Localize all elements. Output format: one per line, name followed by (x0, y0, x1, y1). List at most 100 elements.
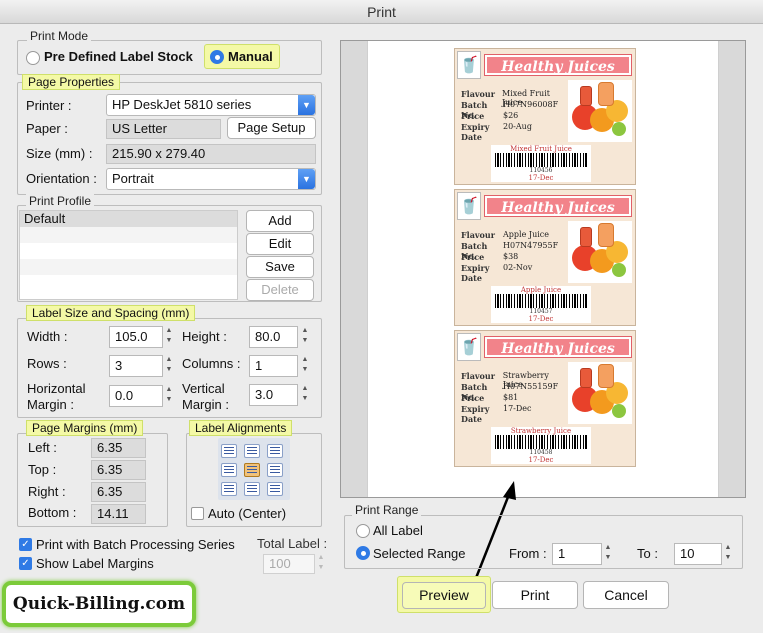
predefined-radio[interactable] (26, 51, 40, 65)
profile-list[interactable]: Default (19, 210, 238, 300)
flavour-value: Apple Juice (503, 230, 549, 239)
rows-label: Rows : (27, 356, 67, 371)
delete-profile-button[interactable]: Delete (246, 279, 314, 301)
cancel-button[interactable]: Cancel (583, 581, 669, 609)
all-label-text[interactable]: All Label (373, 523, 423, 538)
selected-range-radio[interactable] (356, 546, 370, 560)
margin-top-field: 6.35 (91, 460, 146, 480)
barcode-name: Apple Juice (520, 286, 562, 294)
rows-stepper[interactable]: ▲ ▼ (164, 355, 174, 377)
page-setup-button[interactable]: Page Setup (227, 117, 316, 139)
profile-list-item[interactable]: Default (20, 211, 237, 227)
barcode-number: 110456 (529, 167, 553, 174)
from-stepper[interactable]: ▲ ▼ (603, 543, 613, 565)
vmargin-label-line1: Vertical (182, 381, 225, 396)
label-title: Healthy Juices (484, 336, 632, 358)
align-bottom-left-button[interactable] (221, 482, 237, 496)
size-label: Size (mm) : (26, 146, 93, 161)
flavour-value: Strawberry Juice (502, 371, 549, 389)
chevron-down-icon: ▼ (298, 95, 315, 115)
show-margins-checkbox[interactable]: ✓ (19, 557, 32, 570)
from-label: From : (509, 546, 547, 561)
batch-value: H07N47955F (503, 241, 559, 250)
batch-value: H07N55159F (503, 382, 559, 391)
barcode-date: 17-Dec (528, 174, 554, 182)
label-title: Healthy Juices (484, 195, 632, 217)
label-size-legend: Label Size and Spacing (mm) (26, 305, 196, 321)
align-middle-left-button[interactable] (221, 463, 237, 477)
barcode-number: 110458 (529, 449, 553, 456)
printer-select[interactable]: HP DeskJet 5810 series ▼ (106, 94, 316, 116)
orientation-value: Portrait (112, 171, 154, 186)
print-button[interactable]: Print (492, 581, 578, 609)
align-top-right-button[interactable] (267, 444, 283, 458)
show-margins-label[interactable]: Show Label Margins (36, 556, 154, 571)
columns-label: Columns : (182, 356, 241, 371)
align-bottom-right-button[interactable] (267, 482, 283, 496)
fruit-image (568, 80, 632, 142)
vmargin-stepper[interactable]: ▲ ▼ (300, 384, 310, 406)
auto-center-checkbox[interactable] (191, 507, 204, 520)
batch-processing-label[interactable]: Print with Batch Processing Series (36, 537, 235, 552)
manual-radio[interactable] (210, 50, 224, 64)
save-profile-button[interactable]: Save (246, 256, 314, 278)
align-bottom-center-button[interactable] (244, 482, 260, 496)
fruit-image (568, 221, 632, 283)
to-input[interactable]: 10 (674, 543, 722, 565)
total-label-input: 100 (263, 554, 315, 574)
columns-input[interactable]: 1 (249, 355, 298, 377)
barcode-name: Strawberry Juice (510, 427, 572, 435)
window-titlebar: Print (0, 0, 763, 24)
expiry-value: 20-Aug (503, 122, 532, 131)
window-title: Print (367, 4, 396, 20)
width-input[interactable]: 105.0 (109, 326, 163, 348)
preview-label-card: 🥤 Healthy Juices Flavour Mixed Fruit Juice B… (454, 48, 636, 185)
margin-left-field: 6.35 (91, 438, 146, 458)
from-input[interactable]: 1 (552, 543, 602, 565)
align-top-left-button[interactable] (221, 444, 237, 458)
align-middle-right-button[interactable] (267, 463, 283, 477)
all-label-radio[interactable] (356, 524, 370, 538)
hmargin-input[interactable]: 0.0 (109, 385, 163, 407)
batch-key: Batch No. (461, 241, 488, 261)
price-value: $81 (503, 393, 519, 402)
barcode-number: 110457 (529, 308, 553, 315)
edit-profile-button[interactable]: Edit (246, 233, 314, 255)
barcode-date: 17-Dec (528, 315, 554, 323)
flavour-key: Flavour (461, 230, 495, 240)
margin-left-label: Left : (28, 440, 57, 455)
manual-radio-label[interactable]: Manual (228, 49, 273, 64)
paper-field: US Letter (106, 119, 221, 139)
barcode-bars (495, 435, 587, 449)
total-label-stepper: ▲ ▼ (317, 554, 325, 571)
chevron-down-icon: ▼ (298, 169, 315, 189)
brand-badge: Quick-Billing.com (2, 581, 196, 627)
expiry-value: 02-Nov (503, 263, 533, 272)
margin-bottom-field: 14.11 (91, 504, 146, 524)
flavour-value: Mixed Fruit Juice (502, 89, 550, 107)
preview-button[interactable]: Preview (402, 582, 486, 609)
predefined-radio-label[interactable]: Pre Defined Label Stock (44, 49, 193, 64)
batch-key: Batch No. (461, 100, 488, 120)
width-stepper[interactable]: ▲ ▼ (164, 326, 174, 348)
print-range-legend: Print Range (352, 503, 422, 517)
vmargin-label-line2: Margin : (182, 397, 229, 412)
height-stepper[interactable]: ▲ ▼ (300, 326, 310, 348)
hmargin-stepper[interactable]: ▲ ▼ (164, 385, 174, 407)
price-value: $26 (503, 111, 519, 120)
selected-range-text[interactable]: Selected Range (373, 546, 466, 561)
columns-stepper[interactable]: ▲ ▼ (300, 355, 310, 377)
auto-center-label[interactable]: Auto (Center) (208, 506, 286, 521)
rows-input[interactable]: 3 (109, 355, 163, 377)
vmargin-input[interactable]: 3.0 (249, 384, 298, 406)
page-properties-legend: Page Properties (22, 74, 121, 90)
height-input[interactable]: 80.0 (249, 326, 298, 348)
align-top-center-button[interactable] (244, 444, 260, 458)
batch-processing-checkbox[interactable]: ✓ (19, 538, 32, 551)
batch-key: Batch No. (461, 382, 488, 402)
add-profile-button[interactable]: Add (246, 210, 314, 232)
paper-label: Paper : (26, 121, 68, 136)
orientation-select[interactable]: Portrait ▼ (106, 168, 316, 190)
to-stepper[interactable]: ▲ ▼ (723, 543, 733, 565)
align-middle-center-button[interactable] (244, 463, 260, 477)
